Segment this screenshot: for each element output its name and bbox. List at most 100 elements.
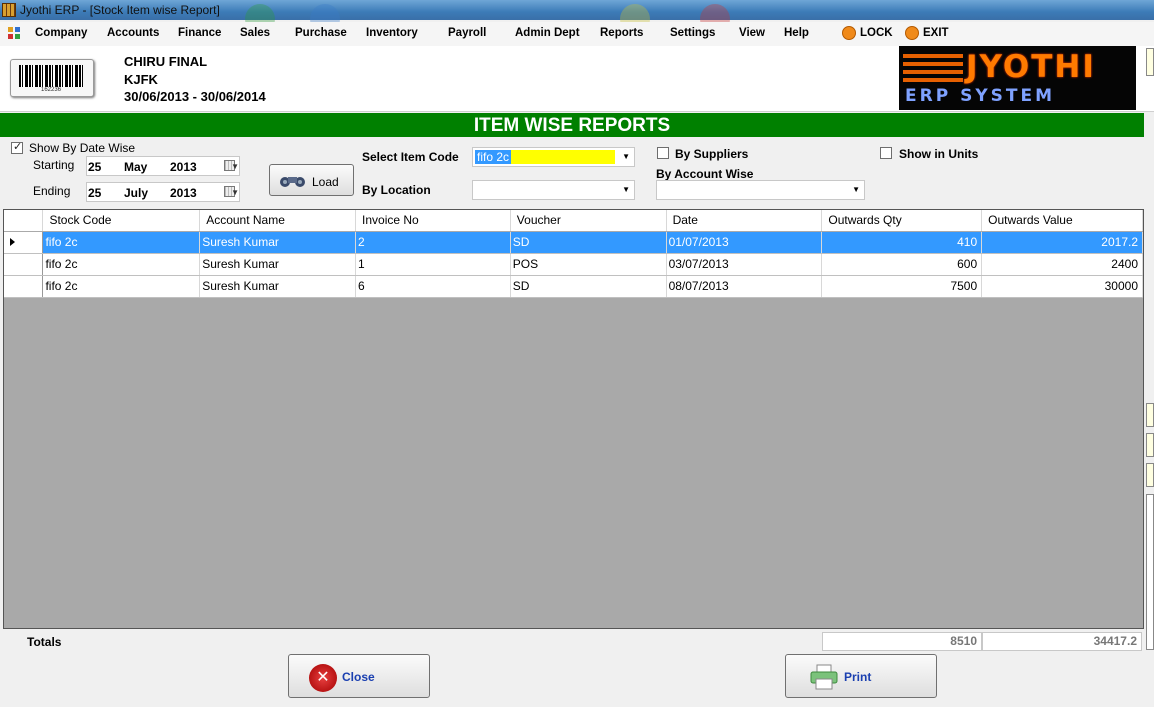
table-cell[interactable]: 7500: [821, 275, 983, 298]
table-cell[interactable]: 600: [821, 253, 983, 276]
table-cell[interactable]: 01/07/2013: [666, 231, 823, 254]
table-cell[interactable]: 03/07/2013: [666, 253, 823, 276]
chevron-down-icon: ▼: [622, 152, 630, 161]
barcode-number: 162236: [41, 87, 62, 93]
menu-settings[interactable]: Settings: [670, 27, 715, 39]
table-cell[interactable]: 08/07/2013: [666, 275, 823, 298]
row-pointer-icon: [10, 238, 15, 246]
row-selector[interactable]: [4, 253, 44, 276]
binoculars-icon: [280, 177, 305, 187]
table-cell[interactable]: Suresh Kumar: [199, 253, 357, 276]
print-label: Print: [844, 670, 872, 684]
item-code-value: fifo 2c: [475, 150, 512, 164]
table-cell[interactable]: 1: [355, 253, 511, 276]
table-cell[interactable]: SD: [510, 231, 667, 254]
column-header[interactable]: Stock Code: [42, 210, 201, 232]
table-cell[interactable]: fifo 2c: [42, 253, 201, 276]
menu-help[interactable]: Help: [784, 27, 809, 39]
table-header-row: Stock Code Account Name Invoice No Vouch…: [4, 210, 1143, 232]
table-cell[interactable]: 6: [355, 275, 511, 298]
ending-year: 2013: [170, 186, 197, 200]
show-in-units-label: Show in Units: [899, 147, 979, 161]
background-window-edge: [1146, 494, 1154, 650]
background-window-edge: [1146, 463, 1154, 487]
company-name: CHIRU FINAL: [124, 54, 208, 69]
lock-icon: [842, 26, 856, 40]
column-header[interactable]: Outwards Value: [981, 210, 1143, 232]
table-cell[interactable]: Suresh Kumar: [199, 275, 357, 298]
app-menu-icon[interactable]: [8, 27, 21, 40]
table-cell[interactable]: 2017.2: [981, 231, 1143, 254]
background-window-edge: [1146, 48, 1154, 76]
menu-purchase[interactable]: Purchase: [295, 27, 347, 39]
total-value: 34417.2: [982, 632, 1142, 651]
show-by-date-wise-checkbox[interactable]: [11, 140, 23, 154]
select-item-code-label: Select Item Code: [362, 150, 459, 164]
table-cell[interactable]: POS: [510, 253, 667, 276]
table-row[interactable]: fifo 2c Suresh Kumar 6 SD 08/07/2013 750…: [4, 275, 1143, 298]
menu-accounts[interactable]: Accounts: [107, 27, 159, 39]
power-icon: [905, 26, 919, 40]
column-header[interactable]: Account Name: [199, 210, 357, 232]
chevron-down-icon: ▼: [231, 188, 239, 197]
barcode-icon: 162236: [10, 59, 94, 97]
table-cell[interactable]: SD: [510, 275, 667, 298]
ending-month: July: [124, 186, 149, 200]
table-cell[interactable]: fifo 2c: [42, 275, 201, 298]
chevron-down-icon: ▼: [852, 185, 860, 194]
by-account-wise-label: By Account Wise: [656, 167, 754, 181]
background-window-edge: [1146, 403, 1154, 427]
menu-bar: Company Accounts Finance Sales Purchase …: [0, 22, 1154, 46]
starting-date-picker[interactable]: 25 May 2013 ▼: [86, 156, 240, 176]
by-suppliers-checkbox[interactable]: [657, 147, 669, 159]
table-cell[interactable]: fifo 2c: [42, 231, 201, 254]
by-suppliers-label: By Suppliers: [675, 147, 749, 161]
close-label: Close: [342, 670, 375, 684]
account-wise-select[interactable]: ▼: [656, 180, 865, 200]
menu-finance[interactable]: Finance: [178, 27, 221, 39]
chevron-down-icon: ▼: [622, 185, 630, 194]
column-header[interactable]: Invoice No: [355, 210, 511, 232]
background-window-edge: [1146, 433, 1154, 457]
company-info: CHIRU FINAL KJFK 30/06/2013 - 30/06/2014: [124, 53, 266, 106]
branch-name: KJFK: [124, 71, 158, 87]
load-button[interactable]: Load: [269, 164, 354, 196]
menu-exit[interactable]: EXIT: [923, 27, 949, 39]
load-label: Load: [312, 175, 339, 189]
row-selector[interactable]: [4, 231, 44, 254]
location-select[interactable]: ▼: [472, 180, 635, 200]
logo-mark-icon: [903, 52, 963, 82]
ending-date-picker[interactable]: 25 July 2013 ▼: [86, 182, 240, 202]
table-cell[interactable]: Suresh Kumar: [199, 231, 357, 254]
column-header[interactable]: Voucher: [510, 210, 667, 232]
table-cell[interactable]: 30000: [981, 275, 1143, 298]
financial-period: 30/06/2013 - 30/06/2014: [124, 89, 266, 104]
close-button[interactable]: ✕ Close: [288, 654, 430, 698]
menu-sales[interactable]: Sales: [240, 27, 270, 39]
table-cell[interactable]: 410: [821, 231, 983, 254]
menu-view[interactable]: View: [739, 27, 765, 39]
logo-title: JYOTHI: [966, 49, 1096, 85]
report-table: Stock Code Account Name Invoice No Vouch…: [4, 210, 1143, 298]
show-by-date-wise-label: Show By Date Wise: [29, 141, 136, 155]
row-selector[interactable]: [4, 275, 44, 298]
menu-reports[interactable]: Reports: [600, 27, 643, 39]
table-row[interactable]: fifo 2c Suresh Kumar 2 SD 01/07/2013 410…: [4, 231, 1143, 254]
column-header[interactable]: Date: [666, 210, 823, 232]
print-button[interactable]: Print: [785, 654, 937, 698]
table-cell[interactable]: 2: [355, 231, 511, 254]
report-grid[interactable]: Stock Code Account Name Invoice No Vouch…: [3, 209, 1144, 629]
menu-admin-dept[interactable]: Admin Dept: [515, 27, 580, 39]
table-cell[interactable]: 2400: [981, 253, 1143, 276]
table-row[interactable]: fifo 2c Suresh Kumar 1 POS 03/07/2013 60…: [4, 253, 1143, 276]
jyothi-logo: JYOTHI ERP SYSTEM: [899, 46, 1136, 110]
show-in-units-checkbox[interactable]: [880, 147, 892, 159]
menu-inventory[interactable]: Inventory: [366, 27, 418, 39]
menu-payroll[interactable]: Payroll: [448, 27, 486, 39]
printer-icon: [810, 664, 838, 690]
menu-company[interactable]: Company: [35, 27, 87, 39]
item-code-select[interactable]: fifo 2c ▼: [472, 147, 635, 167]
menu-lock[interactable]: LOCK: [860, 27, 893, 39]
column-header[interactable]: Outwards Qty: [821, 210, 983, 232]
starting-label: Starting: [33, 158, 75, 172]
